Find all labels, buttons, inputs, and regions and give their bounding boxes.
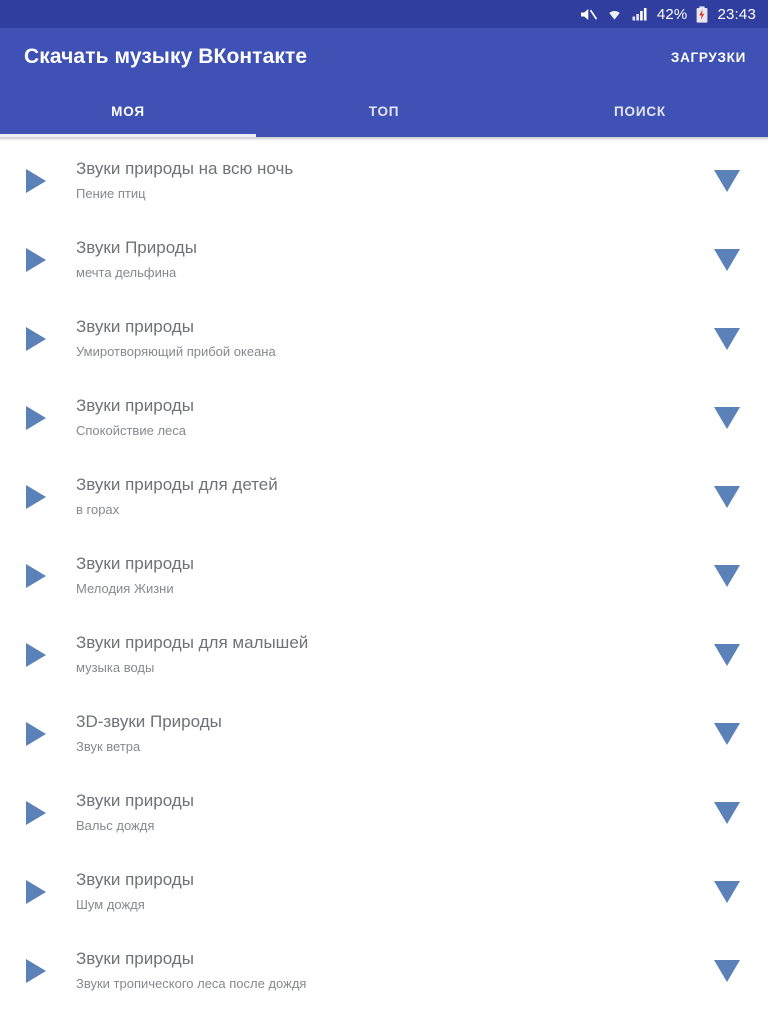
- track-row[interactable]: Звуки природы Вальс дождя: [0, 773, 768, 852]
- clock-label: 23:43: [717, 5, 756, 23]
- play-icon[interactable]: [24, 483, 58, 511]
- play-icon[interactable]: [24, 246, 58, 274]
- downloads-button[interactable]: ЗАГРУЗКИ: [671, 50, 746, 65]
- download-icon[interactable]: [708, 642, 742, 668]
- active-tab-indicator: [0, 134, 256, 137]
- download-icon[interactable]: [708, 326, 742, 352]
- track-artist: Звуки тропического леса после дождя: [76, 977, 307, 991]
- download-icon[interactable]: [708, 958, 742, 984]
- track-artist: Шум дождя: [76, 898, 145, 912]
- app-toolbar: Скачать музыку ВКонтакте ЗАГРУЗКИ: [0, 28, 768, 86]
- track-artist: Пение птиц: [76, 187, 146, 201]
- play-icon[interactable]: [24, 878, 58, 906]
- track-info: Звуки природы Мелодия Жизни: [58, 555, 708, 595]
- track-title: Звуки природы: [76, 318, 194, 337]
- play-icon[interactable]: [24, 720, 58, 748]
- download-icon[interactable]: [708, 563, 742, 589]
- tab-bar: МОЯ ТОП ПОИСК: [0, 86, 768, 137]
- track-info: Звуки природы на всю ночь Пение птиц: [58, 160, 708, 200]
- track-title: Звуки природы: [76, 871, 194, 890]
- play-icon[interactable]: [24, 641, 58, 669]
- play-icon[interactable]: [24, 957, 58, 985]
- download-icon[interactable]: [708, 484, 742, 510]
- track-row[interactable]: Звуки природы на всю ночь Пение птиц: [0, 141, 768, 220]
- track-artist: музыка воды: [76, 661, 155, 675]
- tab-my[interactable]: МОЯ: [0, 86, 256, 137]
- page-title: Скачать музыку ВКонтакте: [24, 45, 308, 68]
- track-title: Звуки природы: [76, 792, 194, 811]
- track-info: Звуки природы для детей в горах: [58, 476, 708, 516]
- track-title: 3D-звуки Природы: [76, 713, 222, 732]
- track-row[interactable]: Звуки природы Шум дождя: [0, 852, 768, 931]
- wifi-icon: [606, 7, 623, 21]
- track-row[interactable]: 3D-звуки Природы Звук ветра: [0, 694, 768, 773]
- track-row[interactable]: Звуки природы Звуки тропического леса пос…: [0, 931, 768, 1010]
- track-row[interactable]: Звуки природы для малышей музыка воды: [0, 615, 768, 694]
- track-info: Звуки природы Спокойствие леса: [58, 397, 708, 437]
- track-artist: в горах: [76, 503, 120, 517]
- tab-top[interactable]: ТОП: [256, 86, 512, 137]
- track-title: Звуки природы для детей: [76, 476, 278, 495]
- track-title: Звуки природы для малышей: [76, 634, 309, 653]
- download-icon[interactable]: [708, 168, 742, 194]
- cellular-signal-icon: [632, 7, 648, 21]
- tab-search[interactable]: ПОИСК: [512, 86, 768, 137]
- mute-icon: [580, 7, 597, 22]
- track-title: Звуки природы: [76, 950, 194, 969]
- download-icon[interactable]: [708, 879, 742, 905]
- play-icon[interactable]: [24, 562, 58, 590]
- track-title: Звуки Природы: [76, 239, 197, 258]
- track-row[interactable]: Звуки Природы: [0, 1010, 768, 1024]
- track-list[interactable]: Звуки природы на всю ночь Пение птиц Звуки…: [0, 141, 768, 1024]
- track-info: Звуки природы Шум дождя: [58, 871, 708, 911]
- track-info: Звуки природы Вальс дождя: [58, 792, 708, 832]
- track-info: 3D-звуки Природы Звук ветра: [58, 713, 708, 753]
- track-info: Звуки Природы мечта дельфина: [58, 239, 708, 279]
- track-artist: Спокойствие леса: [76, 424, 186, 438]
- track-title: Звуки природы: [76, 555, 194, 574]
- track-info: Звуки природы для малышей музыка воды: [58, 634, 708, 674]
- track-row[interactable]: Звуки природы Умиротворяющий прибой океан…: [0, 299, 768, 378]
- play-icon[interactable]: [24, 799, 58, 827]
- track-title: Звуки природы на всю ночь: [76, 160, 294, 179]
- download-icon[interactable]: [708, 800, 742, 826]
- track-row[interactable]: Звуки природы Спокойствие леса: [0, 378, 768, 457]
- download-icon[interactable]: [708, 247, 742, 273]
- app-screen: 42% 23:43 Скачать музыку ВКонтакте ЗАГРУ…: [0, 0, 768, 1024]
- download-icon[interactable]: [708, 721, 742, 747]
- track-artist: Вальс дождя: [76, 819, 155, 833]
- track-info: Звуки природы Звуки тропического леса пос…: [58, 950, 708, 990]
- track-artist: мечта дельфина: [76, 266, 177, 280]
- track-row[interactable]: Звуки природы Мелодия Жизни: [0, 536, 768, 615]
- track-row[interactable]: Звуки Природы мечта дельфина: [0, 220, 768, 299]
- play-icon[interactable]: [24, 325, 58, 353]
- battery-charging-icon: [696, 5, 708, 23]
- track-info: Звуки природы Умиротворяющий прибой океан…: [58, 318, 708, 358]
- battery-percent-label: 42%: [656, 5, 688, 23]
- play-icon[interactable]: [24, 404, 58, 432]
- track-artist: Умиротворяющий прибой океана: [76, 345, 276, 359]
- track-title: Звуки природы: [76, 397, 194, 416]
- status-bar: 42% 23:43: [0, 0, 768, 28]
- play-icon[interactable]: [24, 167, 58, 195]
- download-icon[interactable]: [708, 405, 742, 431]
- track-artist: Звук ветра: [76, 740, 141, 754]
- track-row[interactable]: Звуки природы для детей в горах: [0, 457, 768, 536]
- track-artist: Мелодия Жизни: [76, 582, 174, 596]
